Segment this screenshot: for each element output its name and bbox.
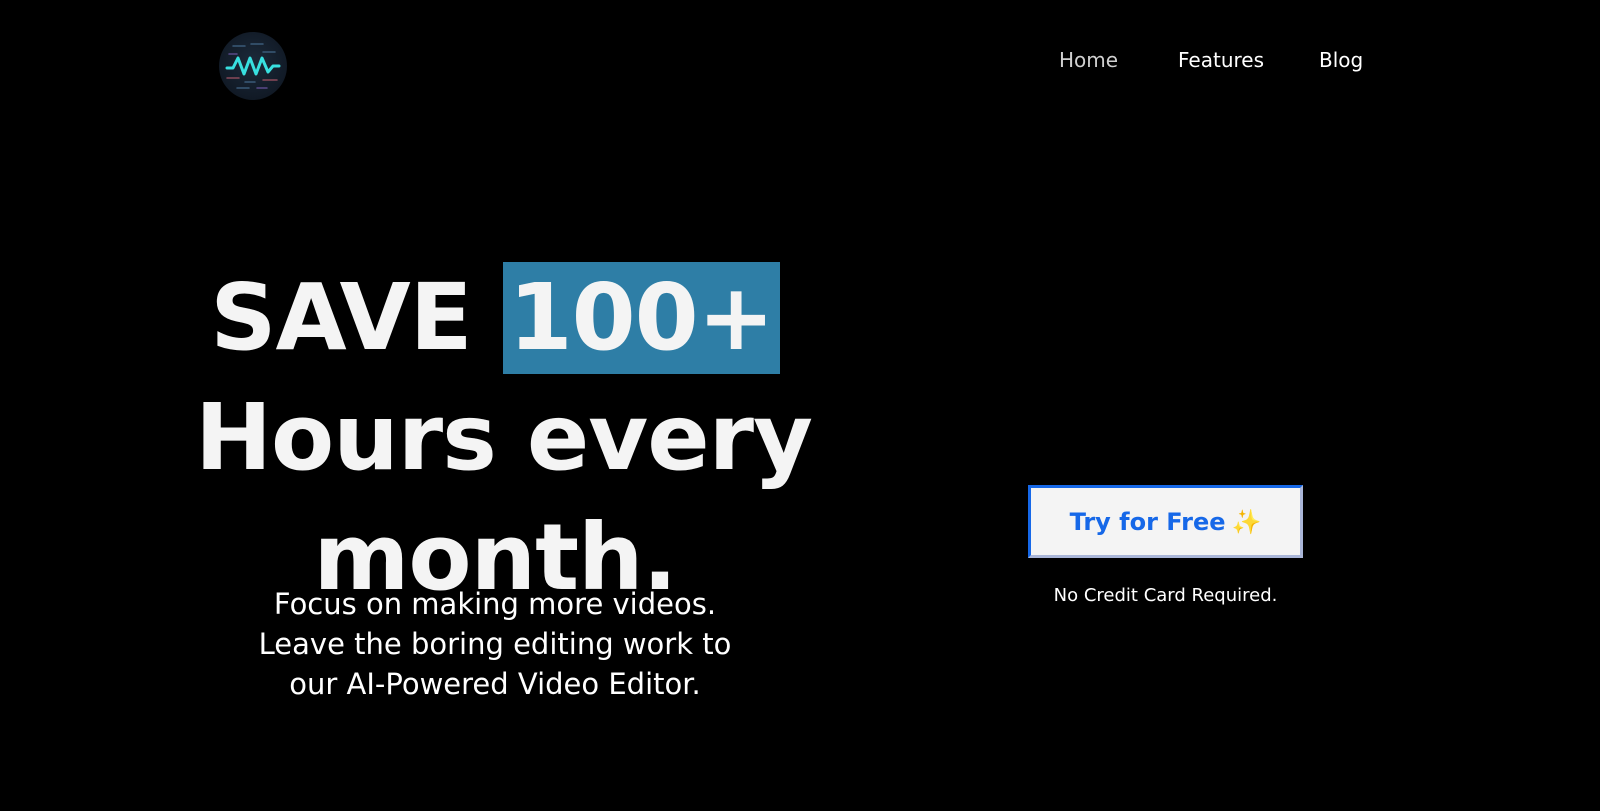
nav-home-link[interactable]: Home <box>1059 48 1118 72</box>
nav-features-link[interactable]: Features <box>1178 48 1264 72</box>
hero-highlight: 100+ <box>502 261 780 374</box>
cta-label: Try for Free <box>1069 507 1226 536</box>
hero-headline: SAVE 100+ Hours every month. <box>195 258 813 618</box>
nav-blog-link[interactable]: Blog <box>1319 48 1363 72</box>
subtitle-line-1: Focus on making more videos. <box>273 587 717 621</box>
sparkles-icon: ✨ <box>1231 507 1262 536</box>
subtitle-line-3: our AI-Powered Video Editor. <box>289 667 701 701</box>
try-for-free-button[interactable]: Try for Free ✨ <box>1028 485 1303 558</box>
top-nav: Home Features Blog <box>0 48 1600 72</box>
hero-save-text: SAVE <box>210 263 472 371</box>
hero-subtitle: Focus on making more videos. Leave the b… <box>195 584 795 704</box>
subtitle-line-2: Leave the boring editing work to <box>258 627 732 661</box>
hero-line-2: Hours every <box>195 383 813 491</box>
hero-line-1: SAVE 100+ <box>195 258 795 378</box>
no-credit-card-note: No Credit Card Required. <box>1053 585 1278 606</box>
